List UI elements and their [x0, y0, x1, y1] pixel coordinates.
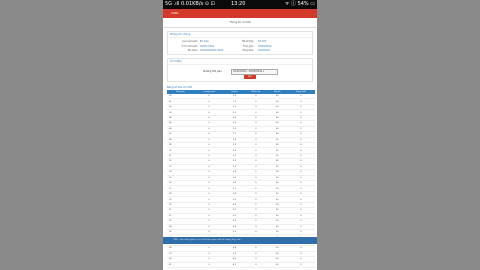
- info-key: Vị trí cảm biến:: [181, 44, 198, 48]
- app-title: CSDL: [171, 11, 179, 15]
- filter-body: Khoảng thời gian: XX/XX/XXXX - XX/XX/XXX…: [168, 65, 312, 81]
- status-left: 5G .ıll 0.01KB/s ⊙ ⊡: [165, 1, 215, 7]
- info-value: XX/XX/XXXX: [258, 44, 272, 48]
- date-range-select[interactable]: XX/XX/XXXX - XX/XX/XXXX ▾: [231, 69, 278, 75]
- info-value: XX XXX: [258, 40, 267, 43]
- table-cell: 30: [267, 262, 287, 269]
- filter-card: Tìm kiếm Khoảng thời gian: XX/XX/XXXX - …: [167, 58, 313, 82]
- info-key: Mã tỉnh/tp:: [242, 40, 254, 43]
- right-letterbox: [317, 0, 480, 270]
- info-key: Thời gian:: [243, 44, 254, 48]
- table-cell: 4.1: [225, 262, 244, 269]
- status-bar: 5G .ıll 0.01KB/s ⊙ ⊡ 13:20 ᯤ ⓘ 54% ▭: [163, 0, 317, 9]
- info-card: Thông tin chung Loại cảm biến: Đo mưa Mã…: [167, 31, 313, 55]
- info-key: Loại cảm biến:: [182, 40, 198, 43]
- info-value: XXXXXXXX: [258, 49, 270, 52]
- table-cell: 0: [243, 262, 268, 269]
- filter-button[interactable]: Lọc: [244, 75, 256, 79]
- left-letterbox: [0, 0, 163, 270]
- info-value: XXXXX XXXX: [200, 44, 215, 48]
- info-grid: Loại cảm biến: Đo mưa Mã tỉnh/tp: XX XXX…: [168, 38, 312, 54]
- info-key: Trạng thái:: [242, 49, 254, 52]
- info-value: Đo mưa: [200, 40, 209, 43]
- info-value: XXXXXXXXXXX XXXX: [200, 49, 224, 52]
- table-row: 31 0 4.1 0 30 0: [167, 262, 315, 269]
- phone-screen: 5G .ıll 0.01KB/s ⊙ ⊡ 13:20 ᯤ ⓘ 54% ▭ CSD…: [163, 0, 317, 270]
- table-cell: 31: [167, 262, 194, 269]
- app-bar[interactable]: CSDL: [163, 9, 317, 18]
- status-time: 13:20: [231, 1, 246, 7]
- table-cell: 0: [286, 262, 315, 269]
- status-right: ᯤ ⓘ 54% ▭: [284, 1, 315, 7]
- date-range-label: Khoảng thời gian:: [203, 70, 223, 73]
- table-cell: 0: [193, 262, 226, 269]
- info-key: Tên trạm:: [187, 49, 198, 52]
- page-subtitle: Thông tin chi tiết: [163, 18, 317, 28]
- footer: CSDL - Hệ thống quản lý cơ sở dữ liệu qu…: [163, 237, 317, 244]
